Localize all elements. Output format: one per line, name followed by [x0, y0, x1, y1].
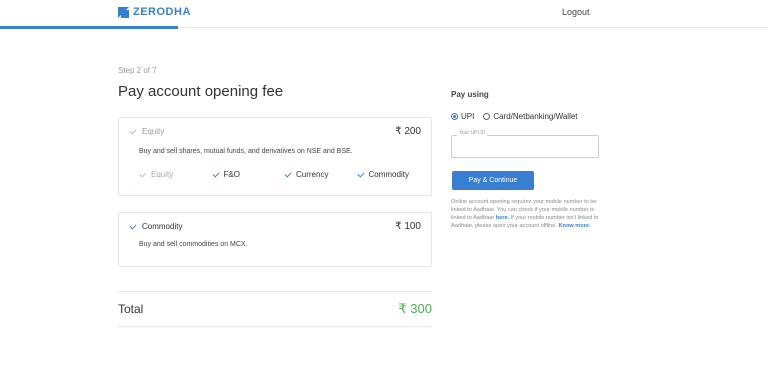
upi-id-field	[451, 135, 599, 158]
commodity-checkbox[interactable]: Commodity	[129, 222, 182, 231]
total-value: ₹ 300	[398, 301, 432, 316]
page-title: Pay account opening fee	[118, 83, 284, 100]
signup-progress-bar	[0, 26, 178, 29]
equity-label: Equity	[142, 127, 165, 136]
total-divider-top	[118, 291, 432, 292]
equity-checkbox[interactable]: Equity	[129, 127, 164, 136]
subsegment-label: Equity	[151, 170, 174, 179]
top-header: ZERODHA Logout	[0, 0, 768, 28]
radio-unselected-icon	[483, 113, 491, 120]
checkmark-icon	[284, 171, 292, 179]
checkmark-icon	[139, 171, 147, 179]
upi-option-label: UPI	[461, 112, 475, 121]
pay-using-heading: Pay using	[451, 90, 489, 99]
commodity-label: Commodity	[142, 222, 183, 231]
upi-id-input[interactable]	[456, 142, 594, 154]
card-option-label: Card/Netbanking/Wallet	[493, 112, 578, 121]
equity-description: Buy and sell shares, mutual funds, and d…	[139, 148, 353, 155]
commodity-price: ₹ 100	[395, 221, 421, 232]
total-divider-bottom	[118, 326, 432, 327]
step-indicator: Step 2 of 7	[118, 66, 157, 75]
subsegment-label: Currency	[296, 170, 329, 179]
equity-subsegments: Equity F&O Currency Commodity	[139, 170, 429, 179]
zerodha-logo[interactable]: ZERODHA	[118, 6, 191, 18]
radio-selected-icon	[451, 113, 458, 120]
commodity-segment-card: Commodity ₹ 100 Buy and sell commodities…	[118, 212, 432, 267]
logout-link[interactable]: Logout	[562, 7, 590, 17]
subsegment-label: F&O	[223, 170, 240, 179]
checkmark-icon	[212, 171, 220, 179]
subsegment-equity-checkbox: Equity	[139, 170, 212, 179]
aadhaar-info-text: Online account opening requires your mob…	[451, 198, 603, 230]
equity-price: ₹ 200	[395, 126, 421, 137]
checkmark-icon	[357, 171, 365, 179]
subsegment-currency-checkbox[interactable]: Currency	[284, 170, 357, 179]
total-label: Total	[118, 302, 144, 316]
card-netbanking-wallet-radio[interactable]: Card/Netbanking/Wallet	[483, 112, 578, 121]
subsegment-commodity-checkbox[interactable]: Commodity	[357, 170, 430, 179]
commodity-description: Buy and sell commodities on MCX.	[139, 241, 248, 248]
know-more-link[interactable]: Know more.	[559, 223, 591, 229]
aadhaar-check-link[interactable]: here.	[496, 215, 509, 221]
payment-method-options: UPI Card/Netbanking/Wallet	[451, 112, 578, 121]
checkmark-icon	[129, 223, 137, 231]
subsegment-label: Commodity	[368, 170, 409, 179]
equity-segment-card: Equity ₹ 200 Buy and sell shares, mutual…	[118, 117, 432, 196]
checkmark-icon	[129, 128, 137, 136]
subsegment-fno-checkbox[interactable]: F&O	[212, 170, 285, 179]
zerodha-logo-icon	[118, 6, 129, 18]
upi-id-label: Your UPI ID	[457, 130, 488, 136]
brand-name: ZERODHA	[133, 6, 191, 18]
pay-continue-button[interactable]: Pay & Continue	[452, 171, 534, 190]
upi-radio[interactable]: UPI	[451, 112, 474, 121]
